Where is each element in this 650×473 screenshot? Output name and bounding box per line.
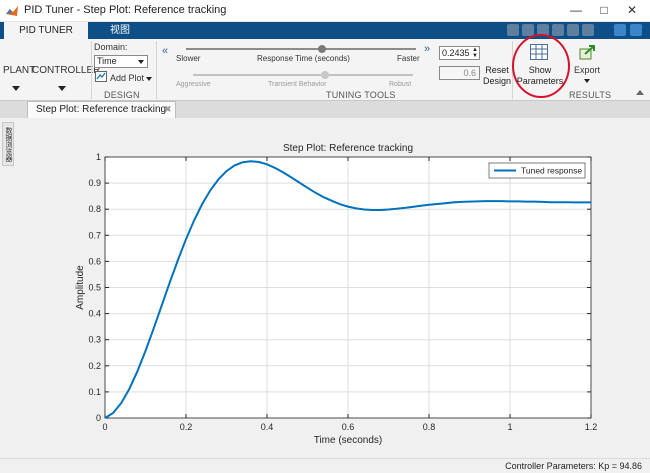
y-tick-label: 0.5 <box>88 283 101 293</box>
plant-button-label[interactable]: PLANT <box>3 65 35 76</box>
reset-design-label-line2: Design <box>482 76 511 86</box>
x-tick-label: 1 <box>507 422 512 432</box>
x-tick-label: 0.4 <box>261 422 274 432</box>
transient-behavior-value: 0.6 <box>463 68 476 78</box>
x-tick-label: 0 <box>102 422 107 432</box>
y-tick-label: 0.8 <box>88 204 101 214</box>
response-time-input[interactable]: 0.2435 ▲ ▼ <box>439 46 480 60</box>
y-axis-label: Amplitude <box>75 265 86 310</box>
response-time-label: Response Time (seconds) <box>257 54 350 63</box>
ribbon-separator <box>156 41 157 99</box>
window-title: PID Tuner - Step Plot: Reference trackin… <box>24 4 227 16</box>
transient-aggressive-label: Aggressive <box>176 81 211 88</box>
add-plot-dropdown-icon[interactable] <box>146 77 152 81</box>
legend-entry: Tuned response <box>521 166 582 176</box>
minimize-button[interactable]: — <box>562 0 590 21</box>
chevron-down-icon <box>138 60 144 64</box>
help-icon[interactable] <box>614 24 626 36</box>
collapse-toolstrip-icon[interactable] <box>636 90 644 95</box>
tab-pid-tuner[interactable]: PID TUNER <box>4 22 88 39</box>
collapse-sliders-icon[interactable]: « <box>162 45 168 57</box>
y-tick-label: 0.2 <box>88 361 101 371</box>
y-tick-label: 0.3 <box>88 335 101 345</box>
doc-tab-label: Step Plot: Reference tracking <box>36 104 167 115</box>
response-time-value: 0.2435 <box>442 48 470 58</box>
maximize-button[interactable]: □ <box>590 0 618 21</box>
y-tick-label: 0 <box>96 413 101 423</box>
export-button[interactable]: Export <box>574 65 600 75</box>
layout-icon[interactable] <box>552 24 564 36</box>
transient-behavior-slider-knob[interactable] <box>321 71 329 79</box>
annotation-circle <box>512 34 570 98</box>
x-tick-label: 0.2 <box>180 422 193 432</box>
add-plot-icon[interactable] <box>95 71 107 82</box>
side-panel-strip <box>0 118 15 473</box>
x-tick-label: 0.6 <box>342 422 355 432</box>
save-icon[interactable] <box>507 24 519 36</box>
controller-parameters-status: Controller Parameters: Kp = 94.86 <box>505 461 642 471</box>
transient-robust-label: Robust <box>389 81 412 88</box>
response-time-slower-label: Slower <box>176 54 201 63</box>
title-bar: PID Tuner - Step Plot: Reference trackin… <box>0 0 650 22</box>
x-tick-label: 1.2 <box>585 422 598 432</box>
response-time-slider-knob[interactable] <box>317 45 326 53</box>
plot-area: 0 0.2 0.4 0.6 0.8 1 1.2 0 0.1 0.2 0.3 0.4 0.5 0.6 0.7 0… <box>15 118 650 458</box>
y-tick-label: 0.9 <box>88 178 101 188</box>
close-tab-icon[interactable]: ✖ <box>164 104 172 115</box>
y-tick-label: 1 <box>96 152 101 162</box>
tab-view[interactable]: 视图 <box>90 22 150 39</box>
design-group-label: DESIGN <box>104 90 140 100</box>
close-button[interactable]: ✕ <box>618 0 646 21</box>
tuning-tools-group-label: TUNING TOOLS <box>326 90 396 100</box>
export-dropdown-icon[interactable] <box>584 79 590 83</box>
x-axis-label: Time (seconds) <box>314 435 383 446</box>
y-tick-label: 0.6 <box>88 256 101 266</box>
export-icon[interactable] <box>579 44 597 60</box>
step-response-chart[interactable]: 0 0.2 0.4 0.6 0.8 1 1.2 0 0.1 0.2 0.3 0.4 0.5 0.6 0.7 0… <box>15 118 650 458</box>
y-tick-label: 0.7 <box>88 230 101 240</box>
document-tab-bar: Step Plot: Reference tracking ✖ <box>0 101 650 118</box>
y-tick-label: 0.1 <box>88 387 101 397</box>
tab-step-plot[interactable]: Step Plot: Reference tracking <box>27 101 176 118</box>
minimize-ribbon-icon[interactable] <box>582 24 594 36</box>
add-plot-button[interactable]: Add Plot <box>110 73 144 83</box>
plant-dropdown-icon[interactable] <box>12 86 20 91</box>
transient-behavior-slider[interactable] <box>193 74 413 76</box>
domain-select-value: Time <box>97 56 117 66</box>
domain-label: Domain: <box>94 42 128 52</box>
y-tick-label: 0.4 <box>88 309 101 319</box>
data-browser-tab[interactable]: 数据浏览器 <box>2 122 14 166</box>
transient-behavior-input[interactable]: 0.6 <box>439 66 480 80</box>
reset-design-label-line1: Reset <box>485 65 509 75</box>
status-bar: Controller Parameters: Kp = 94.86 <box>0 458 650 473</box>
ribbon-menu-icon[interactable] <box>630 24 642 36</box>
x-tick-label: 0.8 <box>423 422 436 432</box>
transient-behavior-label: Transient Behavior <box>268 81 327 88</box>
response-time-slider[interactable] <box>186 48 416 50</box>
reset-design-button[interactable]: Reset Design <box>481 65 513 87</box>
ribbon-separator <box>91 41 92 99</box>
chart-title: Step Plot: Reference tracking <box>283 143 413 154</box>
expand-sliders-icon[interactable]: » <box>424 43 430 55</box>
results-group-label: RESULTS <box>569 90 612 100</box>
settings-icon[interactable] <box>567 24 579 36</box>
response-time-faster-label: Faster <box>397 54 420 63</box>
controller-dropdown-icon[interactable] <box>58 86 66 91</box>
domain-select[interactable]: Time <box>94 55 148 68</box>
spinner-icon[interactable]: ▲ ▼ <box>472 47 478 59</box>
matlab-app-icon <box>6 6 18 16</box>
